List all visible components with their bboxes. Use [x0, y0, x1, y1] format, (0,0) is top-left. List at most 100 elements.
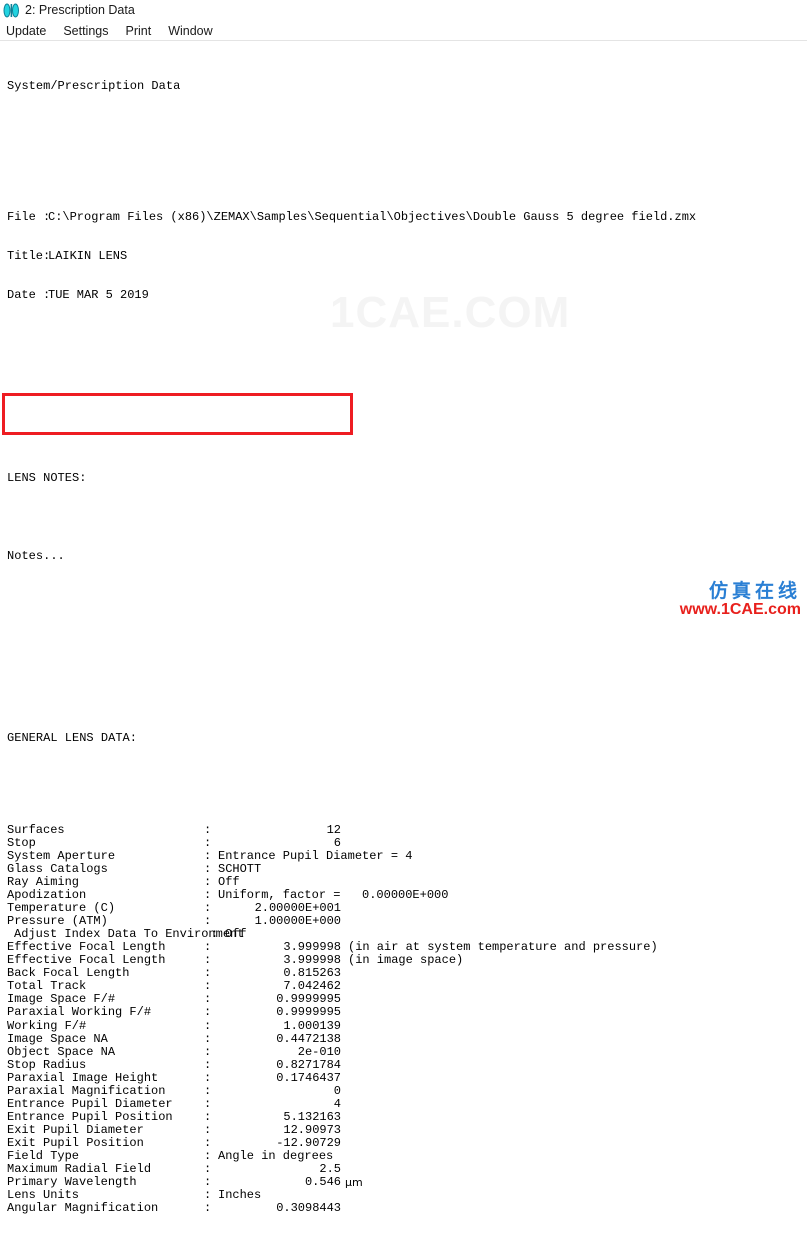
data-row: Back Focal Length:0.815263 [0, 967, 807, 980]
data-row: Angular Magnification:0.3098443 [0, 1202, 807, 1215]
data-row: Exit Pupil Diameter:12.90973 [0, 1122, 807, 1137]
menu-item-update[interactable]: Update [6, 23, 46, 39]
file-label: File : [7, 209, 51, 224]
data-row: Image Space NA:0.4472138 [0, 1031, 807, 1046]
general-lens-data-heading: GENERAL LENS DATA: [7, 731, 137, 746]
row-value: SCHOTT [218, 861, 262, 876]
data-row: Image Space F/#:0.9999995 [0, 993, 807, 1006]
menu-bar: Update Settings Print Window [0, 21, 807, 40]
data-row: Entrance Pupil Position:5.132163 [0, 1109, 807, 1124]
row-value: -12.90729 [276, 1135, 341, 1150]
data-row: Ray Aiming: Off [0, 875, 807, 889]
row-value: Off [218, 875, 240, 889]
row-colon: : [204, 861, 212, 876]
row-unit: μm [345, 1176, 363, 1190]
general-lens-data-rows: Surfaces:12 Stop:6 System Aperture: Entranc… [0, 822, 807, 1215]
window-title-bar: 2: Prescription Data [0, 0, 807, 21]
row-value: 0.3098443 [276, 1201, 341, 1216]
data-row: Apodization: Uniform, factor = 0.00000E+0… [0, 888, 807, 903]
data-row: Effective Focal Length:3.999998 (in image… [0, 954, 807, 967]
row-colon: : [211, 927, 219, 942]
row-colon: : [204, 1148, 212, 1163]
date-row: Date : TUE MAR 5 2019 [0, 287, 807, 302]
row-value: 1.000139 [283, 1018, 341, 1033]
row-value: 0.9999995 [276, 1005, 341, 1020]
data-row: Surfaces:12 [0, 822, 807, 837]
row-value: 12 [326, 822, 341, 837]
data-row: Lens Units: Inches [0, 1189, 807, 1202]
lens-notes-value: Notes... [7, 548, 65, 563]
window-title: 2: Prescription Data [25, 3, 135, 17]
data-row: Paraxial Image Height:0.1746437 [0, 1070, 807, 1085]
row-colon: : [204, 848, 212, 863]
row-label: Apodization [7, 888, 87, 903]
row-value: 5.132163 [283, 1109, 341, 1124]
row-label: Ray Aiming [7, 875, 80, 889]
date-value: TUE MAR 5 2019 [48, 287, 149, 302]
row-value: 0.546 [304, 1175, 341, 1190]
data-row: Paraxial Working F/#:0.9999995 [0, 1006, 807, 1019]
row-note: (in image space) [348, 953, 464, 968]
row-value: 3.999998 [283, 940, 341, 955]
row-colon: : [204, 875, 212, 889]
data-row: Stop:6 [0, 835, 807, 850]
row-value: 0.4472138 [276, 1031, 341, 1046]
menu-item-print[interactable]: Print [125, 23, 151, 39]
menu-item-window[interactable]: Window [168, 23, 212, 39]
data-row: Exit Pupil Position: -12.90729 [0, 1135, 807, 1150]
data-row: Field Type: Angle in degrees [0, 1148, 807, 1163]
row-value: 0.815263 [283, 966, 341, 981]
data-row: System Aperture: Entrance Pupil Diameter … [0, 848, 807, 863]
menu-item-settings[interactable]: Settings [63, 23, 108, 39]
row-value: 2.5 [319, 1162, 341, 1177]
lens-notes-heading: LENS NOTES: [7, 470, 87, 485]
row-value: 7.042462 [283, 979, 341, 994]
data-row: Paraxial Magnification:0 [0, 1083, 807, 1098]
row-value: Off [225, 927, 247, 942]
row-value: 6 [333, 835, 341, 850]
row-value: 12.90973 [283, 1122, 341, 1137]
data-row: Stop Radius:0.8271784 [0, 1057, 807, 1072]
file-value: C:\Program Files (x86)\ZEMAX\Samples\Seq… [48, 209, 697, 224]
data-row: Temperature (C):2.00000E+001 [0, 902, 807, 915]
row-value: 1.00000E+000 [254, 914, 341, 929]
row-colon: : [204, 1188, 212, 1203]
row-value: 0 [333, 1083, 341, 1098]
row-colon: : [204, 888, 212, 903]
title-value: LAIKIN LENS [48, 248, 128, 263]
data-row: Effective Focal Length:3.999998 (in air a… [0, 941, 807, 954]
file-row: File : C:\Program Files (x86)\ZEMAX\Samp… [0, 209, 807, 224]
data-row: Primary Wavelength:0.546 μm [0, 1175, 807, 1190]
data-row: Total Track:7.042462 [0, 980, 807, 993]
data-row: Entrance Pupil Diameter:4 [0, 1096, 807, 1111]
row-label: Adjust Index Data To Environment [14, 927, 245, 942]
row-value: Inches [218, 1188, 262, 1203]
row-label: Lens Units [7, 1188, 80, 1203]
row-value: 0.8271784 [276, 1057, 341, 1072]
row-note: (in air at system temperature and pressu… [348, 940, 658, 955]
title-row: Title: LAIKIN LENS [0, 248, 807, 263]
data-row: Object Space NA:2e-010 [0, 1045, 807, 1059]
row-value: 0.9999995 [276, 992, 341, 1007]
prescription-report-text: System/Prescription Data File : C:\Progr… [0, 41, 807, 1215]
date-label: Date : [7, 287, 51, 302]
data-row: Maximum Radial Field:2.5 [0, 1162, 807, 1177]
row-value: 4 [333, 1096, 341, 1111]
row-value: 0.1746437 [276, 1070, 341, 1085]
report-heading: System/Prescription Data [7, 79, 181, 94]
row-value: 2.00000E+001 [254, 901, 341, 916]
data-row: Pressure (ATM):1.00000E+000 [0, 915, 807, 928]
row-value: 3.999998 [283, 953, 341, 968]
data-row: Adjust Index Data To Environment: Off [0, 928, 807, 941]
data-row: Glass Catalogs: SCHOTT [0, 861, 807, 876]
row-label: Field Type [7, 1148, 80, 1163]
